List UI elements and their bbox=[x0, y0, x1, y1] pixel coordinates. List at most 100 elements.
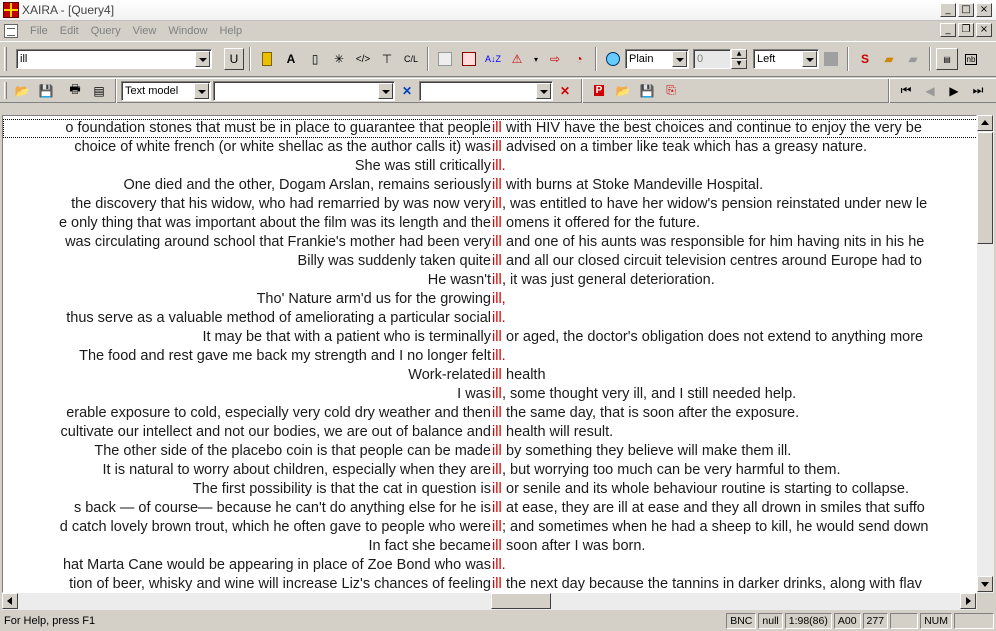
size-spinner[interactable]: ▲ ▼ bbox=[731, 49, 747, 69]
next-page-button[interactable]: ▶ bbox=[943, 80, 965, 102]
maximize-button[interactable]: □ bbox=[958, 3, 974, 17]
node-word[interactable]: ill bbox=[492, 195, 502, 214]
node-word[interactable]: ill bbox=[492, 176, 502, 195]
open-query-button[interactable]: 📂 bbox=[612, 80, 634, 102]
concordance-row[interactable]: tion of beer, whisky and wine will incre… bbox=[3, 575, 976, 592]
red-x-button[interactable]: ✕ bbox=[554, 80, 576, 102]
concordance-row[interactable]: The other side of the placebo coin is th… bbox=[3, 442, 976, 461]
style-combo[interactable]: Plain bbox=[625, 49, 689, 69]
node-word[interactable]: ill bbox=[492, 328, 502, 347]
folder-disabled-button[interactable]: ▰ bbox=[902, 48, 924, 70]
edit-query-button[interactable] bbox=[434, 48, 456, 70]
last-page-button[interactable]: ⏭ bbox=[967, 80, 989, 102]
concordance-row[interactable]: Tho' Nature arm'd us for the growing ill, bbox=[3, 290, 976, 309]
menu-view[interactable]: View bbox=[127, 25, 163, 37]
tree-query-button[interactable]: ⊤ bbox=[376, 48, 398, 70]
concordance-row[interactable]: The food and rest gave me back my streng… bbox=[3, 347, 976, 366]
concordance-view[interactable]: o foundation stones that must be in plac… bbox=[2, 115, 977, 593]
node-word[interactable]: ill bbox=[492, 271, 502, 290]
node-word[interactable]: ill bbox=[492, 537, 502, 556]
open-button[interactable]: 📂 bbox=[11, 80, 33, 102]
close-button[interactable]: × bbox=[976, 3, 992, 17]
concordance-row[interactable]: cultivate our intellect and not our bodi… bbox=[3, 423, 976, 442]
first-page-button[interactable]: ⏮ bbox=[895, 80, 917, 102]
filter2-combo[interactable] bbox=[419, 80, 553, 101]
menu-edit[interactable]: Edit bbox=[54, 25, 85, 37]
word-query-button[interactable]: A bbox=[280, 48, 302, 70]
node-word[interactable]: ill. bbox=[492, 347, 506, 366]
node-word[interactable]: ill. bbox=[492, 556, 506, 575]
child-minimize-button[interactable]: _ bbox=[940, 23, 956, 37]
concordance-row[interactable]: choice of white french (or white shellac… bbox=[3, 138, 976, 157]
pos-query-button[interactable]: C/L bbox=[400, 48, 422, 70]
node-word[interactable]: ill bbox=[492, 233, 502, 252]
export-query-button[interactable]: ⎘ bbox=[660, 80, 682, 102]
folder-edit-button[interactable]: ▰ bbox=[878, 48, 900, 70]
minimize-button[interactable]: _ bbox=[940, 3, 956, 17]
child-close-button[interactable]: × bbox=[976, 23, 992, 37]
vertical-scrollbar[interactable] bbox=[977, 115, 994, 593]
node-word[interactable]: ill bbox=[492, 480, 502, 499]
chevron-down-icon[interactable] bbox=[195, 51, 210, 67]
query-combo[interactable]: ill bbox=[16, 49, 212, 69]
scroll-right-icon[interactable] bbox=[960, 593, 976, 609]
concordance-row[interactable]: s back — of course— because he can't do … bbox=[3, 499, 976, 518]
chevron-down-icon[interactable] bbox=[378, 82, 393, 99]
chevron-down-icon[interactable] bbox=[802, 51, 817, 67]
scroll-left-icon[interactable] bbox=[2, 593, 18, 609]
view-kwic-button[interactable]: ▤ bbox=[936, 48, 958, 70]
concordance-row[interactable]: was circulating around school that Frank… bbox=[3, 233, 976, 252]
concordance-row[interactable]: He wasn't ill, it was just general deteri… bbox=[3, 271, 976, 290]
prev-page-button[interactable]: ◀ bbox=[919, 80, 941, 102]
wildcard-button[interactable]: ✳ bbox=[328, 48, 350, 70]
menu-query[interactable]: Query bbox=[85, 25, 127, 37]
pie-chart-button[interactable]: ◔ bbox=[568, 48, 590, 70]
child-restore-button[interactable]: ❐ bbox=[958, 23, 974, 37]
toolbar-grip[interactable] bbox=[4, 82, 7, 99]
chevron-down-icon[interactable] bbox=[672, 51, 687, 67]
toolbar-grip[interactable] bbox=[4, 47, 7, 71]
export-button[interactable]: ⇨ bbox=[544, 48, 566, 70]
p-button[interactable]: P bbox=[588, 80, 610, 102]
chevron-down-icon[interactable] bbox=[194, 82, 209, 99]
menu-file[interactable]: File bbox=[24, 25, 54, 37]
concordance-row[interactable]: In fact she became ill soon after I was bo… bbox=[3, 537, 976, 556]
node-word[interactable]: ill bbox=[492, 461, 502, 480]
spinner-down-icon[interactable]: ▼ bbox=[731, 59, 747, 69]
node-word[interactable]: ill bbox=[492, 499, 502, 518]
calculator-button[interactable] bbox=[458, 48, 480, 70]
concordance-row[interactable]: Billy was suddenly taken quite ill and all… bbox=[3, 252, 976, 271]
concordance-row[interactable]: thus serve as a valuable method of ameli… bbox=[3, 309, 976, 328]
warning-dropdown-button[interactable]: ▾ bbox=[530, 48, 542, 70]
concordance-row[interactable]: e only thing that was important about th… bbox=[3, 214, 976, 233]
concordance-row[interactable]: I was ill, some thought very ill, and I s… bbox=[3, 385, 976, 404]
concordance-row[interactable]: She was still critically ill. bbox=[3, 157, 976, 176]
filter1-combo[interactable] bbox=[213, 80, 395, 101]
style-button[interactable] bbox=[602, 48, 624, 70]
save-button[interactable]: 💾 bbox=[35, 80, 57, 102]
concordance-row[interactable]: The first possibility is that the cat in… bbox=[3, 480, 976, 499]
concordance-row[interactable]: It may be that with a patient who is ter… bbox=[3, 328, 976, 347]
node-word[interactable]: ill bbox=[492, 252, 502, 271]
vertical-scroll-thumb[interactable] bbox=[977, 132, 993, 244]
concordance-row[interactable]: Work-related ill health bbox=[3, 366, 976, 385]
spinner-up-icon[interactable]: ▲ bbox=[731, 49, 747, 59]
u-button[interactable]: U bbox=[224, 48, 244, 70]
concordance-row[interactable]: d catch lovely brown trout, which he oft… bbox=[3, 518, 976, 537]
preview-button[interactable]: ▤ bbox=[88, 80, 110, 102]
document-icon[interactable] bbox=[4, 23, 18, 38]
concordance-row[interactable]: hat Marta Cane would be appearing in pla… bbox=[3, 556, 976, 575]
sort-button[interactable]: A↓Z bbox=[482, 48, 504, 70]
save-query-button[interactable]: 💾 bbox=[636, 80, 658, 102]
query-builder-button[interactable] bbox=[256, 48, 278, 70]
concordance-row[interactable]: It is natural to worry about children, e… bbox=[3, 461, 976, 480]
node-word[interactable]: ill bbox=[492, 518, 502, 537]
scroll-up-icon[interactable] bbox=[977, 115, 993, 131]
chevron-down-icon[interactable] bbox=[536, 82, 551, 99]
node-word[interactable]: ill bbox=[492, 138, 502, 157]
node-word[interactable]: ill. bbox=[492, 157, 506, 176]
comment-button[interactable] bbox=[820, 48, 842, 70]
phrase-query-button[interactable]: ▯ bbox=[304, 48, 326, 70]
warning-button[interactable]: ⚠ bbox=[506, 48, 528, 70]
xml-query-button[interactable]: </> bbox=[352, 48, 374, 70]
